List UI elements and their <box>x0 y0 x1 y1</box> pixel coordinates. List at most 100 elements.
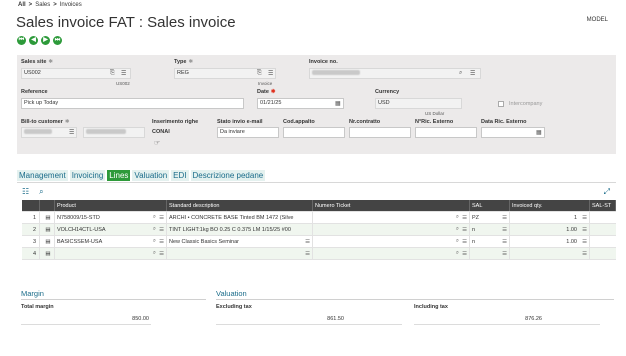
sal-st-cell[interactable] <box>590 248 616 259</box>
column-header-invoiced-qty[interactable]: Invoiced qty. <box>510 200 590 211</box>
description-cell[interactable]: TINT LIGHT:1kg BO 0.25 C 0.375 LM 1/15/2… <box>167 224 313 235</box>
list-icon[interactable]: ☰ <box>502 239 507 245</box>
sal-st-cell[interactable] <box>590 212 616 223</box>
search-icon[interactable]: ⌕ <box>456 250 459 257</box>
table-row[interactable]: 2 ▤ VOLCH14CTL-USA ⌕ ☰ TINT LIGHT:1kg BO 0… <box>22 224 616 236</box>
list-icon[interactable]: ☰ <box>462 227 467 233</box>
column-header-standard-description[interactable]: Standard description <box>167 200 313 211</box>
search-icon[interactable]: ⌕ <box>153 250 156 257</box>
list-icon[interactable]: ☰ <box>582 227 587 233</box>
list-icon[interactable]: ☰ <box>582 239 587 245</box>
list-icon[interactable]: ☰ <box>159 215 164 221</box>
search-icon[interactable]: ⌕ <box>153 214 156 221</box>
column-header-sal[interactable]: SAL <box>470 200 510 211</box>
calendar-icon[interactable]: ▦ <box>536 129 542 136</box>
tab-edi[interactable]: EDI <box>171 170 189 181</box>
clipboard-icon[interactable]: ⎘ <box>110 70 115 77</box>
product-cell[interactable]: ⌕ ☰ <box>55 248 167 259</box>
list-icon[interactable]: ☰ <box>268 70 273 77</box>
list-icon[interactable]: ☰ <box>121 70 126 77</box>
sal-cell[interactable]: PZ ☰ <box>470 212 510 223</box>
search-icon[interactable]: ⌕ <box>153 238 156 245</box>
row-menu-icon[interactable]: ▤ <box>40 224 55 235</box>
list-icon[interactable]: ☰ <box>69 129 74 136</box>
numero-ticket-cell[interactable]: ⌕ ☰ <box>313 212 470 223</box>
grid-settings-icon[interactable]: ☷ <box>22 187 29 197</box>
list-icon[interactable]: ☰ <box>305 251 310 257</box>
tab-lines[interactable]: Lines <box>107 170 131 181</box>
table-row[interactable]: 1 ▤ N758009/15-STD ⌕ ☰ ARCHI • CONCRETE BA… <box>22 212 616 224</box>
sal-st-cell[interactable] <box>590 224 616 235</box>
product-cell[interactable]: BASICSSEM-USA ⌕ ☰ <box>55 236 167 247</box>
search-icon[interactable]: ⌕ <box>456 226 459 233</box>
invoiced-qty-cell[interactable]: ☰ <box>510 248 590 259</box>
reference-input[interactable]: Pick up Today <box>21 98 244 109</box>
intercompany-checkbox[interactable] <box>498 101 504 107</box>
list-icon[interactable]: ☰ <box>462 251 467 257</box>
invoiced-qty-cell[interactable]: 1.00 ☰ <box>510 236 590 247</box>
sal-cell[interactable]: n ☰ <box>470 236 510 247</box>
row-menu-icon[interactable]: ▤ <box>40 212 55 223</box>
stato-invio-input[interactable]: Da inviare <box>217 127 279 138</box>
tab-descrizione-pedane[interactable]: Descrizione pedane <box>190 170 266 181</box>
description-cell[interactable]: ☰ <box>167 248 313 259</box>
search-icon[interactable]: ⌕ <box>456 238 459 245</box>
breadcrumb-sales[interactable]: Sales <box>35 2 50 8</box>
product-cell[interactable]: N758009/15-STD ⌕ ☰ <box>55 212 167 223</box>
breadcrumb-invoices[interactable]: Invoices <box>60 2 82 8</box>
date-input[interactable]: 01/21/25 <box>257 98 344 109</box>
list-icon[interactable]: ☰ <box>502 215 507 221</box>
next-record-icon[interactable]: ▶ <box>41 36 50 45</box>
numero-ticket-cell[interactable]: ⌕ ☰ <box>313 248 470 259</box>
product-cell[interactable]: VOLCH14CTL-USA ⌕ ☰ <box>55 224 167 235</box>
search-icon[interactable]: ⌕ <box>456 214 459 221</box>
search-icon[interactable]: ⌕ <box>39 187 43 197</box>
table-row[interactable]: 3 ▤ BASICSSEM-USA ⌕ ☰ New Classic Basics S… <box>22 236 616 248</box>
previous-record-icon[interactable]: ◀ <box>29 36 38 45</box>
row-menu-icon[interactable]: ▤ <box>40 236 55 247</box>
list-icon[interactable]: ☰ <box>159 227 164 233</box>
list-icon[interactable]: ☰ <box>462 239 467 245</box>
breadcrumb-all[interactable]: All <box>18 2 26 8</box>
nr-contratto-input[interactable] <box>349 127 411 138</box>
list-icon[interactable]: ☰ <box>462 215 467 221</box>
calendar-icon[interactable]: ▦ <box>335 100 341 107</box>
first-record-icon[interactable]: ⏮ <box>17 36 26 45</box>
currency-input[interactable]: USD <box>375 98 462 109</box>
clipboard-icon[interactable]: ⎘ <box>257 70 262 77</box>
hand-pointer-icon[interactable]: ☞ <box>154 139 160 147</box>
search-icon[interactable]: ⌕ <box>459 70 462 77</box>
list-icon[interactable]: ☰ <box>159 239 164 245</box>
model-button[interactable]: MODEL <box>587 17 608 23</box>
invoice-no-input[interactable] <box>309 68 481 79</box>
list-icon[interactable]: ☰ <box>305 239 310 245</box>
list-icon[interactable]: ☰ <box>502 251 507 257</box>
row-menu-icon[interactable]: ▤ <box>40 248 55 259</box>
description-cell[interactable]: ARCHI • CONCRETE BASE Tinted BM 1472 (Si… <box>167 212 313 223</box>
sal-st-cell[interactable] <box>590 236 616 247</box>
description-cell[interactable]: New Classic Basics Seminar ☰ <box>167 236 313 247</box>
list-icon[interactable]: ☰ <box>470 70 475 77</box>
column-header-sal-st[interactable]: SAL-ST <box>590 200 616 211</box>
tab-valuation[interactable]: Valuation <box>132 170 170 181</box>
cod-appalto-input[interactable] <box>283 127 345 138</box>
list-icon[interactable]: ☰ <box>502 227 507 233</box>
tab-management[interactable]: Management <box>17 170 68 181</box>
last-record-icon[interactable]: ⏭ <box>53 36 62 45</box>
search-icon[interactable]: ⌕ <box>153 226 156 233</box>
numero-ticket-cell[interactable]: ⌕ ☰ <box>313 224 470 235</box>
numero-ticket-cell[interactable]: ⌕ ☰ <box>313 236 470 247</box>
sal-cell[interactable]: ☰ <box>470 248 510 259</box>
invoiced-qty-cell[interactable]: 1 ☰ <box>510 212 590 223</box>
list-icon[interactable]: ☰ <box>159 251 164 257</box>
column-header-product[interactable]: Product <box>55 200 167 211</box>
nric-esterno-input[interactable] <box>415 127 477 138</box>
tab-invoicing[interactable]: Invoicing <box>69 170 106 181</box>
sal-cell[interactable]: n ☰ <box>470 224 510 235</box>
expand-icon[interactable]: ⤢ <box>604 187 610 197</box>
list-icon[interactable]: ☰ <box>582 251 587 257</box>
column-header-numero-ticket[interactable]: Numero Ticket <box>313 200 470 211</box>
invoiced-qty-cell[interactable]: 1.00 ☰ <box>510 224 590 235</box>
list-icon[interactable]: ☰ <box>582 215 587 221</box>
table-row[interactable]: 4 ▤ ⌕ ☰ ☰ ⌕ ☰ ☰ ☰ <box>22 248 616 260</box>
